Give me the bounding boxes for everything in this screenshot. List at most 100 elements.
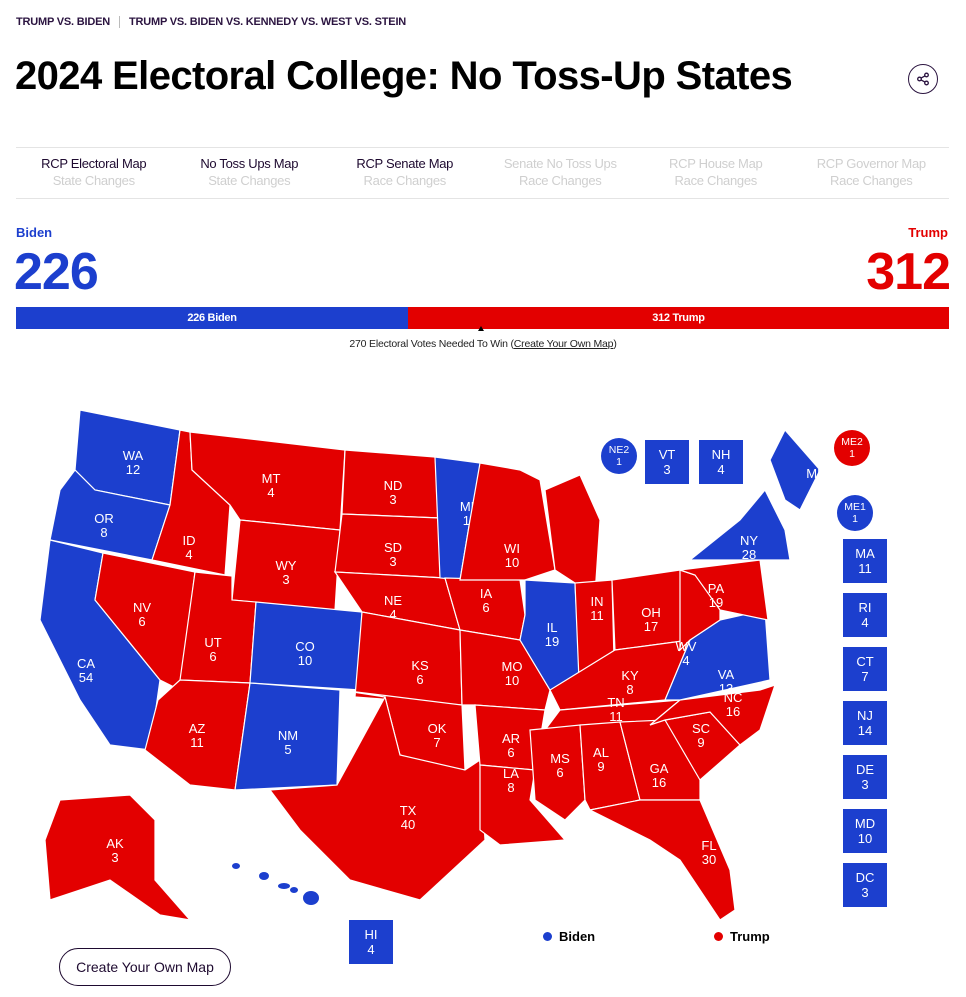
tab-sublabel: Race Changes	[674, 173, 758, 188]
electoral-map: WA 12 OR 8 CA 54 NV 6 ID 4 MT 4 WY 3 UT 6 AZ 11 CO 10 NM 5 ND 3…	[0, 380, 966, 997]
state-box-md[interactable]: MD 10	[843, 809, 887, 853]
state-abbr: MD	[854, 816, 876, 831]
state-ev: 4	[861, 615, 869, 630]
hawaii-island-shape	[232, 863, 240, 869]
hawaii-island-shape	[290, 887, 298, 893]
state-ev: 3	[663, 462, 671, 477]
tab-rcp-house-map[interactable]: RCP House Map Race Changes	[638, 148, 794, 198]
state-label-ny: NY 28	[740, 533, 758, 562]
tab-label: Senate No Toss Ups	[503, 156, 617, 171]
us-map-svg: WA 12OR 8CA 54NV 6ID 4MT 4WY 3UT 6AZ 11CO 10NM 5ND 3…	[39, 409, 826, 921]
share-button[interactable]	[908, 64, 938, 94]
nav-link-trump-vs-biden[interactable]: TRUMP VS. BIDEN	[16, 16, 110, 28]
tab-label: RCP Electoral Map	[41, 156, 147, 171]
state-box-ct[interactable]: CT 7	[843, 647, 887, 691]
biden-name: Biden	[16, 225, 53, 240]
district-abbr: ME1	[844, 501, 866, 513]
state-box-dc[interactable]: DC 3	[843, 863, 887, 907]
state-label-ga: GA 16	[650, 761, 669, 790]
biden-total: 226	[14, 243, 99, 301]
create-map-link[interactable]: Create Your Own Map	[514, 338, 614, 350]
state-mi[interactable]	[544, 474, 601, 597]
state-abbr: NH	[711, 447, 731, 462]
state-abbr: DC	[855, 870, 875, 885]
state-label-co: CO 10	[295, 639, 315, 668]
state-label-in: IN 11	[590, 594, 604, 623]
state-ev: 14	[857, 723, 873, 738]
270-marker-icon	[478, 326, 484, 331]
tab-rcp-senate-map[interactable]: RCP Senate Map Race Changes	[327, 148, 483, 198]
tab-label: RCP House Map	[669, 156, 763, 171]
state-box-vt[interactable]: VT 3	[645, 440, 689, 484]
state-label-ca: CA 54	[77, 656, 95, 685]
state-label-tn: TN 11	[607, 695, 624, 724]
share-icon	[917, 72, 929, 86]
state-abbr: RI	[858, 600, 872, 615]
state-abbr: VT	[658, 447, 676, 462]
state-box-nh[interactable]: NH 4	[699, 440, 743, 484]
state-label-tx: TX 40	[400, 803, 417, 832]
trump-bar-segment: 312 Trump	[407, 307, 949, 329]
trump-name: Trump	[908, 225, 948, 240]
tab-label: RCP Senate Map	[356, 156, 454, 171]
district-me2[interactable]: ME2 1	[834, 430, 870, 466]
district-ev: 1	[849, 448, 855, 460]
tab-no-toss-ups-map[interactable]: No Toss Ups Map State Changes	[172, 148, 328, 198]
state-ny[interactable]	[688, 488, 791, 561]
state-box-hi[interactable]: HI 4	[349, 920, 393, 964]
tab-rcp-governor-map[interactable]: RCP Governor Map Race Changes	[794, 148, 950, 198]
state-label-wi: WI 10	[504, 541, 520, 570]
state-ev: 4	[367, 942, 375, 957]
state-label-az: AZ 11	[189, 721, 206, 750]
hawaii-island-shape	[303, 891, 319, 905]
create-your-own-map-button[interactable]: Create Your Own Map	[59, 948, 231, 986]
state-abbr: MA	[855, 546, 875, 561]
tab-senate-no-toss-ups[interactable]: Senate No Toss Ups Race Changes	[483, 148, 639, 198]
nav-separator	[118, 16, 120, 28]
nav-link-five-way[interactable]: TRUMP VS. BIDEN VS. KENNEDY VS. WEST VS.…	[129, 16, 406, 28]
page-title: 2024 Electoral College: No Toss-Up State…	[15, 54, 793, 98]
district-ne2[interactable]: NE2 1	[601, 438, 637, 474]
biden-bar-segment: 226 Biden	[16, 307, 408, 329]
trump-dot-icon	[714, 932, 723, 941]
tab-sublabel: Race Changes	[830, 173, 913, 188]
district-me1[interactable]: ME1 1	[837, 495, 873, 531]
state-ev: 4	[717, 462, 725, 477]
tab-label: RCP Governor Map	[816, 156, 926, 171]
state-ev: 3	[861, 885, 869, 900]
biden-dot-icon	[543, 932, 552, 941]
legend-biden: Biden	[543, 929, 595, 944]
votes-needed-label: 270 Electoral Votes Needed To Win (	[349, 338, 514, 350]
legend-label: Trump	[730, 929, 770, 944]
state-label-pa: PA 19	[708, 581, 725, 610]
state-label-fl: FL 30	[701, 838, 716, 867]
legend-label: Biden	[559, 929, 596, 944]
state-label-il: IL 19	[545, 620, 559, 649]
state-abbr: HI	[364, 927, 378, 942]
tab-sublabel: Race Changes	[519, 173, 602, 188]
hawaii-island-shape	[259, 872, 269, 880]
trump-total: 312	[866, 243, 951, 301]
state-ev: 7	[861, 669, 869, 684]
district-abbr: NE2	[608, 444, 630, 456]
district-abbr: ME2	[841, 436, 863, 448]
state-ev: 11	[858, 561, 872, 576]
tab-sublabel: State Changes	[208, 173, 291, 188]
state-label-oh: OH 17	[641, 605, 661, 634]
state-box-ma[interactable]: MA 11	[843, 539, 887, 583]
tab-label: No Toss Ups Map	[200, 156, 299, 171]
state-box-nj[interactable]: NJ 14	[843, 701, 887, 745]
paren: )	[613, 338, 617, 350]
top-nav: TRUMP VS. BIDEN TRUMP VS. BIDEN VS. KENN…	[16, 16, 406, 28]
district-ev: 1	[852, 513, 858, 525]
state-label-va: VA 13	[718, 667, 735, 696]
hawaii-island-shape	[278, 883, 290, 889]
state-box-ri[interactable]: RI 4	[843, 593, 887, 637]
state-ev: 3	[861, 777, 869, 792]
state-abbr: CT	[856, 654, 874, 669]
tab-rcp-electoral-map[interactable]: RCP Electoral Map State Changes	[16, 148, 172, 198]
legend-trump: Trump	[714, 929, 770, 944]
tab-sublabel: Race Changes	[363, 173, 447, 188]
map-tabs: RCP Electoral Map State Changes No Toss U…	[16, 147, 949, 199]
state-box-de[interactable]: DE 3	[843, 755, 887, 799]
